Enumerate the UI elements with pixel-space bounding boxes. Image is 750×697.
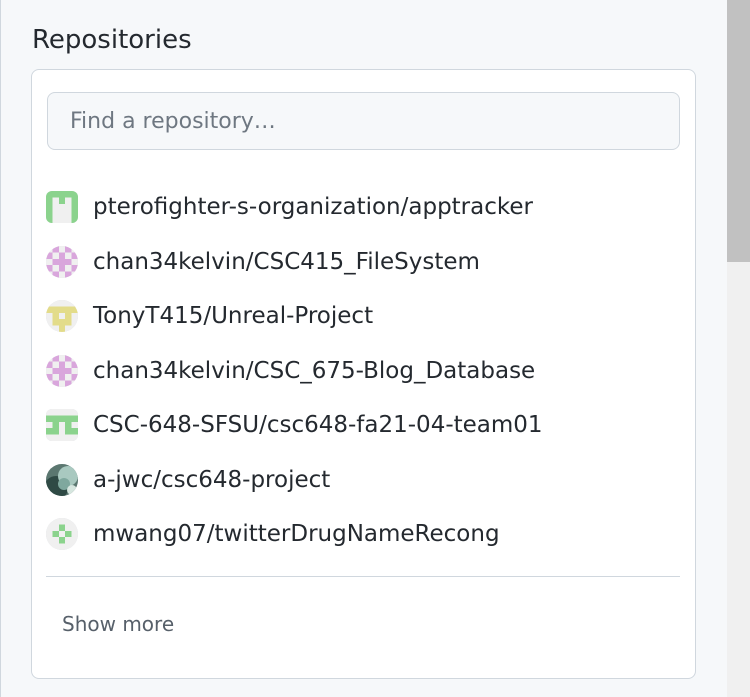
repositories-heading: Repositories (32, 25, 192, 55)
repository-list-item: a-jwc/csc648-project (46, 453, 686, 508)
repository-list-item: TonyT415/Unreal-Project (46, 289, 686, 344)
repository-link[interactable]: chan34kelvin/CSC_675-Blog_Database (93, 355, 535, 387)
repository-list-item: chan34kelvin/CSC_675-Blog_Database (46, 344, 686, 399)
photo-avatar-icon[interactable] (46, 463, 78, 496)
left-edge-border (0, 0, 1, 697)
yellow-identicon-avatar[interactable] (46, 300, 78, 333)
scrollbar-track[interactable] (727, 0, 750, 697)
repositories-panel: pterofighter-s-organization/apptracker (31, 69, 696, 679)
green-identicon-avatar[interactable] (46, 409, 78, 442)
pink-identicon-avatar[interactable] (46, 354, 78, 387)
repository-link[interactable]: CSC-648-SFSU/csc648-fa21-04-team01 (93, 409, 543, 441)
repository-link[interactable]: a-jwc/csc648-project (93, 464, 330, 496)
scrollbar-thumb[interactable] (727, 0, 750, 262)
repository-list: pterofighter-s-organization/apptracker c… (46, 180, 686, 562)
pink-identicon-avatar[interactable] (46, 245, 78, 278)
repository-link[interactable]: pterofighter-s-organization/apptracker (93, 191, 533, 223)
list-divider (46, 576, 680, 577)
green-identicon-avatar[interactable] (46, 191, 78, 224)
find-repository-input[interactable] (47, 92, 680, 150)
green-identicon-avatar[interactable] (46, 518, 78, 551)
repository-link[interactable]: mwang07/twitterDrugNameRecong (93, 518, 500, 550)
show-more-button[interactable]: Show more (62, 610, 174, 638)
repository-list-item: mwang07/twitterDrugNameRecong (46, 507, 686, 562)
repository-list-item: pterofighter-s-organization/apptracker (46, 180, 686, 235)
repository-link[interactable]: TonyT415/Unreal-Project (93, 300, 373, 332)
repository-link[interactable]: chan34kelvin/CSC415_FileSystem (93, 246, 480, 278)
repository-list-item: chan34kelvin/CSC415_FileSystem (46, 235, 686, 290)
repository-list-item: CSC-648-SFSU/csc648-fa21-04-team01 (46, 398, 686, 453)
